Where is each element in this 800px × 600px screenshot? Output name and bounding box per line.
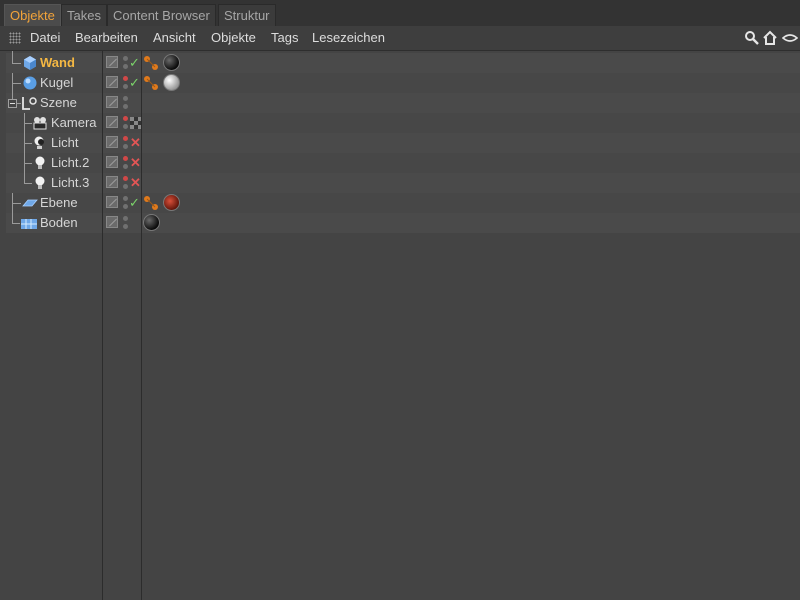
visibility-dots[interactable] — [123, 155, 129, 171]
object-name[interactable]: Licht.3 — [51, 173, 89, 193]
spotlight-icon — [34, 136, 44, 149]
visibility-dots[interactable] — [123, 115, 129, 131]
column-divider[interactable] — [102, 51, 103, 600]
object-row-kugel[interactable]: Kugel ✓ — [6, 73, 800, 93]
phong-tag-icon[interactable] — [143, 55, 159, 71]
material-tag-icon[interactable] — [163, 74, 180, 91]
search-icon[interactable] — [744, 30, 760, 46]
disabled-cross-icon[interactable]: ✕ — [130, 154, 141, 172]
cube-icon — [24, 56, 36, 70]
menu-bar: Datei Bearbeiten Ansicht Objekte Tags Le… — [0, 26, 800, 51]
collapse-toggle-icon[interactable] — [8, 99, 17, 108]
column-divider[interactable] — [141, 51, 142, 600]
camera-icon — [33, 117, 47, 130]
plane-icon — [22, 199, 38, 207]
object-row-ebene[interactable]: Ebene ✓ — [6, 193, 800, 213]
layer-box[interactable] — [106, 76, 118, 88]
layer-box[interactable] — [106, 96, 118, 108]
menu-ansicht[interactable]: Ansicht — [153, 26, 196, 50]
visibility-dots[interactable] — [123, 215, 129, 231]
layer-box[interactable] — [106, 116, 118, 128]
visibility-dots[interactable] — [123, 175, 129, 191]
layer-box[interactable] — [106, 56, 118, 68]
sphere-icon — [23, 76, 37, 90]
phong-tag-icon[interactable] — [143, 75, 159, 91]
enabled-check-icon[interactable]: ✓ — [129, 54, 140, 72]
home-icon[interactable] — [762, 30, 778, 46]
object-row-kamera[interactable]: Kamera — [6, 113, 800, 133]
object-name[interactable]: Wand — [40, 53, 75, 73]
null-icon — [22, 97, 37, 110]
menu-tags[interactable]: Tags — [271, 26, 298, 50]
floor-icon — [21, 219, 37, 229]
object-name[interactable]: Ebene — [40, 193, 78, 213]
material-tag-icon[interactable] — [163, 54, 180, 71]
layer-box[interactable] — [106, 156, 118, 168]
tab-bar: Objekte Takes Content Browser Struktur — [0, 0, 800, 27]
object-row-szene[interactable]: Szene — [6, 93, 800, 113]
enabled-check-icon[interactable]: ✓ — [129, 194, 140, 212]
phong-tag-icon[interactable] — [143, 195, 159, 211]
object-row-boden[interactable]: Boden — [6, 213, 800, 233]
layer-box[interactable] — [106, 216, 118, 228]
object-row-licht-2[interactable]: Licht.2 ✕ — [6, 153, 800, 173]
layer-box[interactable] — [106, 196, 118, 208]
visibility-dots[interactable] — [123, 135, 129, 151]
object-name[interactable]: Kamera — [51, 113, 97, 133]
enabled-check-icon[interactable]: ✓ — [129, 74, 140, 92]
object-name[interactable]: Boden — [40, 213, 78, 233]
visibility-dots[interactable] — [123, 95, 129, 111]
object-row-wand[interactable]: Wand ✓ — [6, 51, 800, 73]
menu-objekte[interactable]: Objekte — [211, 26, 256, 50]
light-icon — [35, 176, 45, 189]
material-tag-icon[interactable] — [143, 214, 160, 231]
object-name[interactable]: Kugel — [40, 73, 73, 93]
layer-box[interactable] — [106, 176, 118, 188]
object-manager: Wand ✓ Kugel ✓ Szene Kamera Licht ✕ Lich… — [0, 51, 800, 600]
object-row-licht-3[interactable]: Licht.3 ✕ — [6, 173, 800, 193]
object-name[interactable]: Licht — [51, 133, 78, 153]
menu-lesezeichen[interactable]: Lesezeichen — [312, 26, 385, 50]
disabled-cross-icon[interactable]: ✕ — [130, 174, 141, 192]
object-name[interactable]: Szene — [40, 93, 77, 113]
menu-bearbeiten[interactable]: Bearbeiten — [75, 26, 138, 50]
grip-icon[interactable] — [9, 32, 21, 44]
eye-icon[interactable] — [782, 30, 798, 46]
object-row-licht[interactable]: Licht ✕ — [6, 133, 800, 153]
menu-datei[interactable]: Datei — [30, 26, 60, 50]
tab-objekte[interactable]: Objekte — [4, 4, 61, 26]
tab-content-browser[interactable]: Content Browser — [107, 4, 216, 26]
object-name[interactable]: Licht.2 — [51, 153, 89, 173]
material-tag-icon[interactable] — [163, 194, 180, 211]
tab-struktur[interactable]: Struktur — [218, 4, 276, 26]
tab-takes[interactable]: Takes — [61, 4, 107, 26]
layer-box[interactable] — [106, 136, 118, 148]
light-icon — [35, 156, 45, 169]
disabled-cross-icon[interactable]: ✕ — [130, 134, 141, 152]
